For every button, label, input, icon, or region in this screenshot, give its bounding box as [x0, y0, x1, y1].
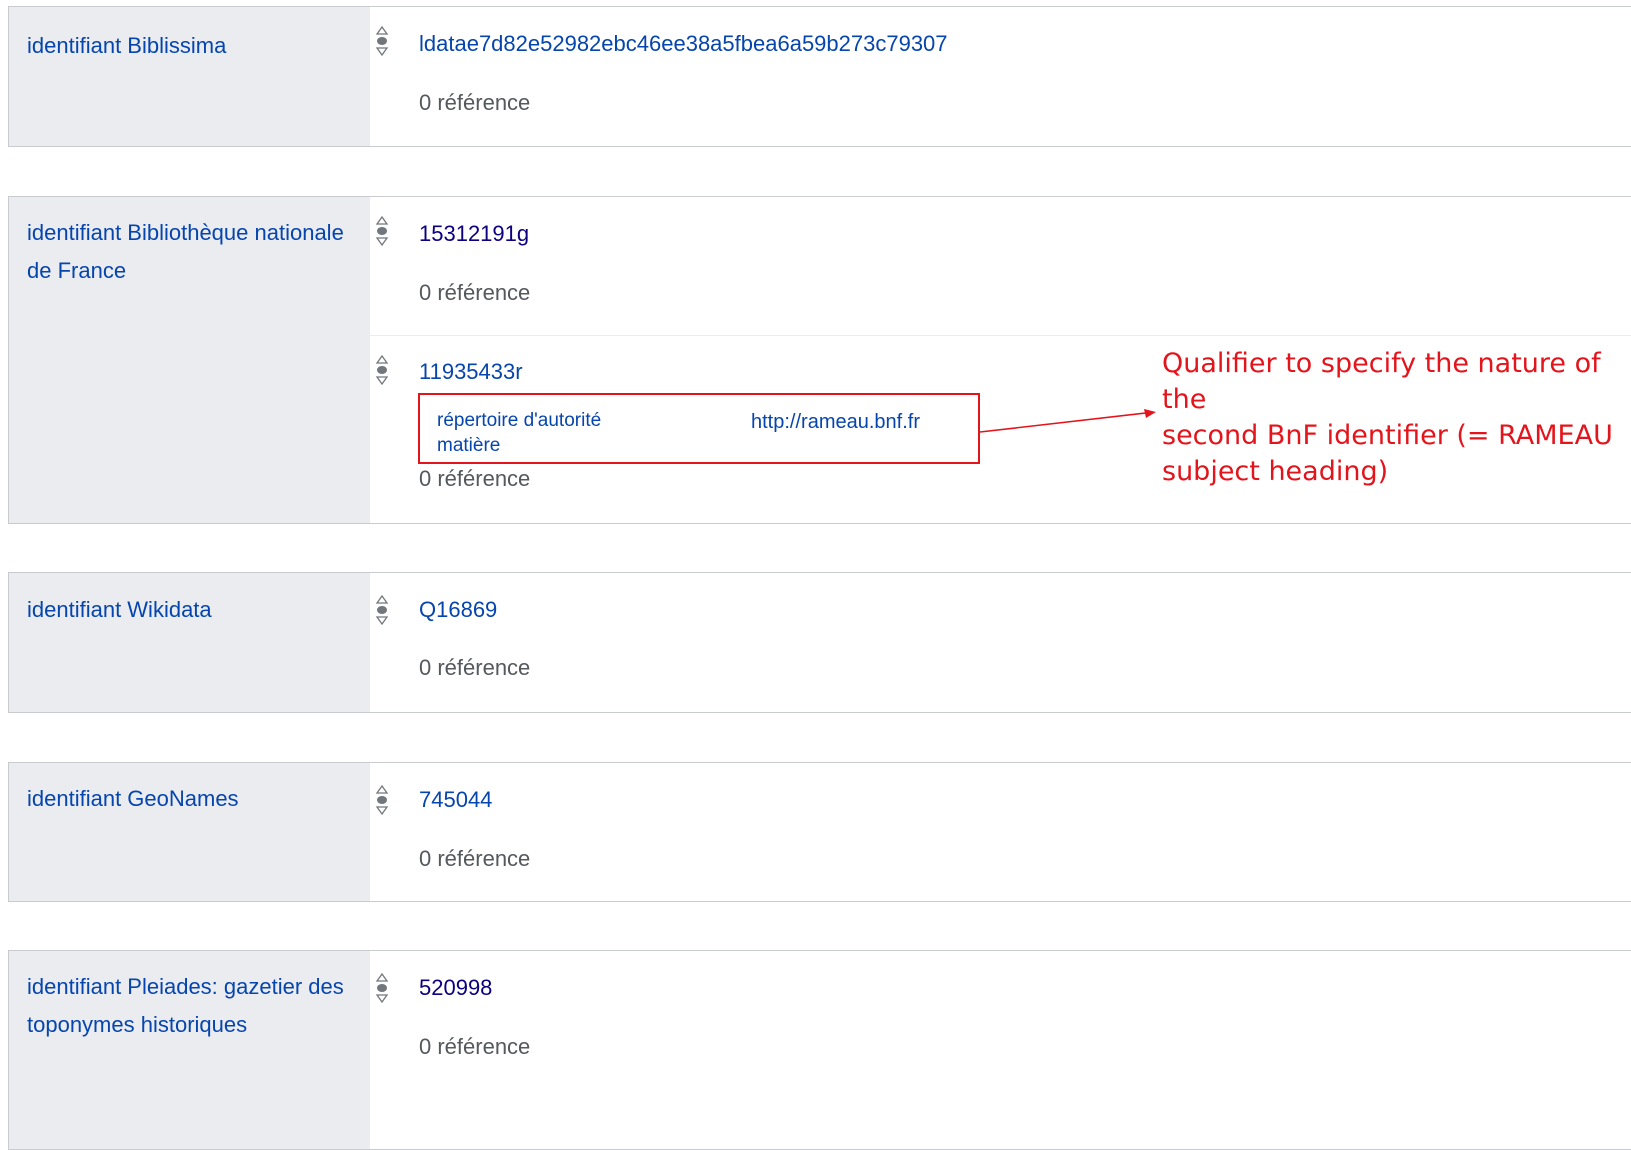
qualifier-value[interactable]: http://rameau.bnf.fr: [751, 409, 920, 435]
references-count[interactable]: 0 référence: [419, 278, 530, 308]
property-label[interactable]: identifiant Wikidata: [27, 591, 347, 629]
statement-value[interactable]: ldatae7d82e52982ebc46ee38a5fbea6a59b273c…: [419, 29, 948, 59]
property-label[interactable]: identifiant Biblissima: [27, 27, 347, 65]
statement-group-pleiades: identifiant Pleiades: gazetier des topon…: [8, 950, 1631, 1150]
statement-value[interactable]: 520998: [419, 973, 492, 1003]
property-label[interactable]: identifiant Pleiades: gazetier des topon…: [27, 968, 347, 1044]
statement-group-geonames: identifiant GeoNames 745044 0 référence: [8, 762, 1631, 902]
rank-selector-icon[interactable]: [373, 24, 391, 58]
references-count[interactable]: 0 référence: [419, 844, 530, 874]
property-cell: identifiant Biblissima: [9, 7, 370, 146]
statement-group-biblissima: identifiant Biblissima ldatae7d82e52982e…: [8, 6, 1631, 147]
statement-value[interactable]: 745044: [419, 785, 492, 815]
references-count[interactable]: 0 référence: [419, 1032, 530, 1062]
statement: 745044 0 référence: [370, 763, 1631, 901]
references-count[interactable]: 0 référence: [419, 88, 530, 118]
statement: Q16869 0 référence: [370, 573, 1631, 712]
property-cell: identifiant GeoNames: [9, 763, 370, 901]
property-cell: identifiant Wikidata: [9, 573, 370, 712]
qualifier-property[interactable]: répertoire d'autorité matière: [437, 408, 657, 458]
statement-value[interactable]: Q16869: [419, 595, 497, 625]
rank-selector-icon[interactable]: [373, 593, 391, 627]
property-cell: identifiant Bibliothèque nationale de Fr…: [9, 197, 370, 523]
rank-selector-icon[interactable]: [373, 783, 391, 817]
property-label[interactable]: identifiant Bibliothèque nationale de Fr…: [27, 214, 347, 290]
statement-value[interactable]: 15312191g: [419, 219, 529, 249]
rank-selector-icon[interactable]: [373, 214, 391, 248]
property-cell: identifiant Pleiades: gazetier des topon…: [9, 951, 370, 1149]
statement-group-wikidata: identifiant Wikidata Q16869 0 référence: [8, 572, 1631, 713]
rank-selector-icon[interactable]: [373, 971, 391, 1005]
qualifier-highlight: répertoire d'autorité matière http://ram…: [418, 393, 980, 464]
arrow-icon: [979, 409, 1156, 433]
statement: ldatae7d82e52982ebc46ee38a5fbea6a59b273c…: [370, 7, 1631, 146]
rank-selector-icon[interactable]: [373, 353, 391, 387]
property-label[interactable]: identifiant GeoNames: [27, 780, 347, 818]
references-count[interactable]: 0 référence: [419, 653, 530, 683]
references-count[interactable]: 0 référence: [419, 464, 530, 494]
statement: 520998 0 référence: [370, 951, 1631, 1149]
statement: 15312191g 0 référence: [370, 197, 1631, 335]
statement-value[interactable]: 11935433r: [419, 357, 523, 387]
annotation-text: Qualifier to specify the nature of the s…: [1162, 348, 1613, 487]
